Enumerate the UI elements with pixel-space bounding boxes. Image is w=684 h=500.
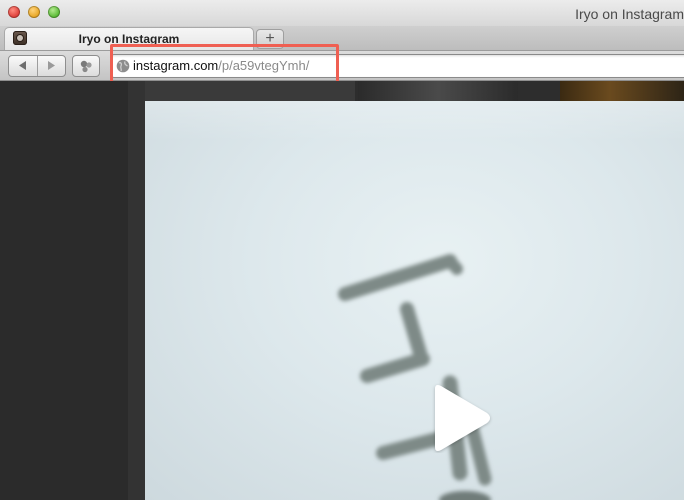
extension-icon [80,60,92,73]
thumbnail-strip-item[interactable] [145,81,355,101]
extension-button[interactable] [72,55,100,77]
forward-arrow-icon [48,61,55,70]
navigation-buttons [8,55,66,77]
handwritten-characters [338,254,492,500]
page-margin-left [0,81,128,500]
page-margin-shadow [128,81,145,500]
play-icon[interactable] [429,383,493,453]
page-content [0,81,684,500]
toolbar: instagram.com/p/a59vtegYmh/ [0,51,684,81]
forward-button[interactable] [37,56,65,76]
back-button[interactable] [9,56,38,76]
zoom-window-button[interactable] [48,6,60,18]
close-window-button[interactable] [8,6,20,18]
minimize-window-button[interactable] [28,6,40,18]
title-bar: Iryo on Instagram [0,0,684,27]
thumbnail-strip-item[interactable] [560,81,684,101]
window-title: Iryo on Instagram [575,6,684,22]
video-player[interactable] [145,101,684,500]
tab-strip: Iryo on Instagram + [0,26,684,51]
thumbnail-strip-item[interactable] [358,81,518,101]
back-arrow-icon [19,61,26,70]
